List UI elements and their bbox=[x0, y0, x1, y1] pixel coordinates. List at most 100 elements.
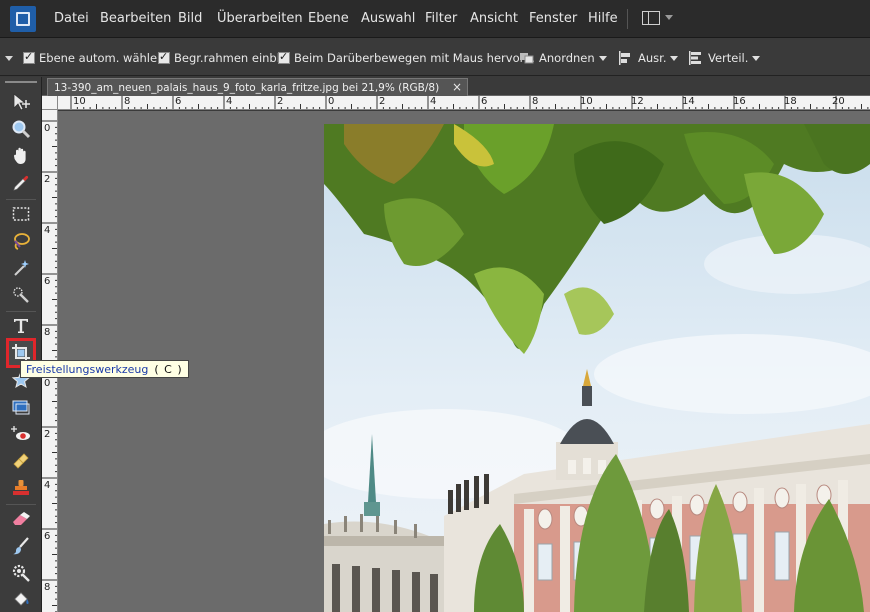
menu-filter[interactable]: Filter bbox=[425, 11, 457, 26]
eyedropper-icon bbox=[13, 175, 29, 191]
tool-options-bar: Ebene autom. wählen Begr.rahmen einbl. B… bbox=[0, 40, 870, 76]
menu-separator bbox=[627, 9, 628, 29]
distribute-label: Verteil. bbox=[708, 51, 749, 65]
checkbox-checked-icon[interactable] bbox=[23, 50, 35, 64]
options-menu-chevron-icon[interactable] bbox=[5, 56, 13, 61]
ruler-label: 2 bbox=[44, 174, 51, 185]
hover-highlight-label: Beim Darüberbewegen mit Maus hervorh. bbox=[294, 51, 536, 65]
magic-wand-icon bbox=[14, 260, 29, 276]
chevron-down-icon bbox=[598, 55, 607, 61]
ruler-label: 2 bbox=[277, 96, 284, 107]
eraser-tool-button[interactable] bbox=[9, 507, 33, 531]
ruler-label: 10 bbox=[580, 96, 593, 107]
brush-tool-button[interactable] bbox=[9, 534, 33, 558]
auto-select-layer-checkbox[interactable]: Ebene autom. wählen bbox=[23, 50, 164, 65]
align-label: Ausr. bbox=[638, 51, 667, 65]
ruler-origin[interactable] bbox=[42, 96, 58, 110]
lasso-tool-button[interactable] bbox=[9, 229, 33, 253]
ruler-label: 14 bbox=[682, 96, 695, 107]
tooltip-tool-name: Freistellungswerkzeug bbox=[26, 362, 149, 376]
align-dropdown[interactable]: Ausr. bbox=[618, 50, 679, 66]
clone-stamp-icon bbox=[13, 480, 29, 495]
marquee-tool-button[interactable] bbox=[9, 202, 33, 226]
photo-palace-under-leaves bbox=[324, 124, 870, 612]
distribute-icon bbox=[688, 51, 704, 65]
move-tool-button[interactable] bbox=[9, 90, 33, 114]
workspace-layout-icon[interactable] bbox=[642, 11, 660, 25]
straighten-icon bbox=[12, 400, 30, 415]
tool-tooltip: Freistellungswerkzeug ( C ) bbox=[20, 360, 189, 378]
ruler-label: 4 bbox=[226, 96, 233, 107]
horizontal-ruler[interactable]: 10 8 6 4 2 0 2 4 6 8 10 12 14 16 18 20 bbox=[58, 96, 870, 110]
ruler-label: 8 bbox=[44, 327, 51, 338]
red-eye-tool-button[interactable] bbox=[9, 422, 33, 446]
ruler-label: 4 bbox=[430, 96, 437, 107]
type-tool-button[interactable] bbox=[9, 314, 33, 338]
menu-bar: Datei Bearbeiten Bild Überarbeiten Ebene… bbox=[0, 0, 870, 38]
ruler-label: 6 bbox=[44, 276, 51, 287]
brush-icon bbox=[13, 537, 29, 555]
ruler-label: 8 bbox=[124, 96, 131, 107]
align-icon bbox=[618, 51, 634, 65]
document-tab[interactable]: 13-390_am_neuen_palais_haus_9_foto_karla… bbox=[47, 78, 468, 96]
ruler-label: 20 bbox=[832, 96, 845, 107]
hand-icon bbox=[13, 147, 26, 164]
toolbox-grip[interactable] bbox=[5, 81, 37, 83]
red-eye-icon bbox=[11, 426, 30, 440]
hand-tool-button[interactable] bbox=[9, 144, 33, 168]
show-bounding-box-checkbox[interactable]: Begr.rahmen einbl. bbox=[158, 50, 284, 65]
toolbox-separator bbox=[6, 311, 36, 312]
menu-datei[interactable]: Datei bbox=[54, 11, 89, 26]
chevron-down-icon[interactable] bbox=[665, 15, 673, 20]
paint-bucket-tool-button[interactable] bbox=[9, 588, 33, 612]
arrange-dropdown[interactable]: Anordnen bbox=[519, 50, 607, 66]
ruler-label: 2 bbox=[44, 429, 51, 440]
ruler-label: 6 bbox=[481, 96, 488, 107]
ruler-label: 0 bbox=[328, 96, 335, 107]
eyedropper-tool-button[interactable] bbox=[9, 171, 33, 195]
menu-ebene[interactable]: Ebene bbox=[308, 11, 349, 26]
chevron-down-icon bbox=[670, 55, 679, 61]
arrange-label: Anordnen bbox=[539, 51, 595, 65]
ruler-label: 0 bbox=[44, 378, 51, 389]
toolbox-separator bbox=[6, 199, 36, 200]
close-icon[interactable]: × bbox=[452, 80, 462, 94]
clone-stamp-tool-button[interactable] bbox=[9, 476, 33, 500]
distribute-dropdown[interactable]: Verteil. bbox=[688, 50, 761, 66]
menu-auswahl[interactable]: Auswahl bbox=[361, 11, 415, 26]
app-logo-icon[interactable] bbox=[10, 6, 36, 32]
toolbox-separator bbox=[6, 504, 36, 505]
ruler-label: 4 bbox=[44, 225, 51, 236]
ruler-label: 10 bbox=[73, 96, 86, 107]
document-tab-bar: 13-390_am_neuen_palais_haus_9_foto_karla… bbox=[42, 77, 870, 96]
toolbox bbox=[0, 77, 42, 612]
zoom-tool-button[interactable] bbox=[9, 117, 33, 141]
marquee-icon bbox=[12, 207, 30, 221]
hover-highlight-checkbox[interactable]: Beim Darüberbewegen mit Maus hervorh. bbox=[278, 50, 536, 65]
straighten-tool-button[interactable] bbox=[9, 395, 33, 419]
ruler-label: 2 bbox=[379, 96, 386, 107]
zoom-icon bbox=[12, 120, 31, 139]
document-image[interactable] bbox=[324, 124, 870, 612]
ruler-label: 6 bbox=[44, 531, 51, 542]
eraser-icon bbox=[13, 512, 30, 525]
quick-selection-tool-button[interactable] bbox=[9, 283, 33, 307]
menu-fenster[interactable]: Fenster bbox=[529, 11, 577, 26]
menu-ansicht[interactable]: Ansicht bbox=[470, 11, 518, 26]
smart-brush-tool-button[interactable] bbox=[9, 561, 33, 585]
lasso-icon bbox=[14, 233, 30, 250]
healing-brush-tool-button[interactable] bbox=[9, 449, 33, 473]
chevron-down-icon bbox=[752, 55, 761, 61]
menu-bearbeiten[interactable]: Bearbeiten bbox=[100, 11, 171, 26]
magic-wand-tool-button[interactable] bbox=[9, 256, 33, 280]
type-icon bbox=[14, 319, 28, 333]
menu-ueberarbeiten[interactable]: Überarbeiten bbox=[217, 11, 303, 26]
ruler-label: 8 bbox=[532, 96, 539, 107]
checkbox-checked-icon[interactable] bbox=[158, 50, 170, 64]
move-icon bbox=[13, 93, 30, 111]
checkbox-checked-icon[interactable] bbox=[278, 50, 290, 64]
menu-hilfe[interactable]: Hilfe bbox=[588, 11, 618, 26]
menu-bild[interactable]: Bild bbox=[178, 11, 202, 26]
ruler-label: 6 bbox=[175, 96, 182, 107]
paint-bucket-icon bbox=[14, 592, 29, 606]
